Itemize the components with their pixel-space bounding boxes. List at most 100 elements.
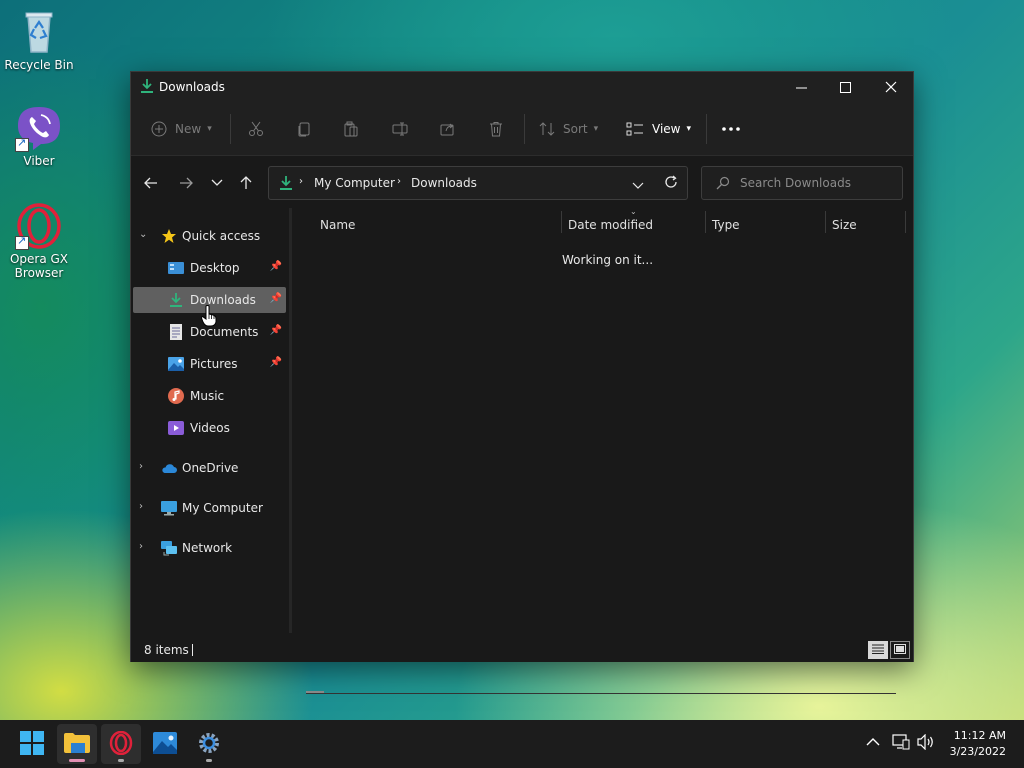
view-button[interactable]: View ▾ xyxy=(626,117,691,141)
sidebar-item-my-computer[interactable]: › My Computer xyxy=(133,495,286,521)
chevron-right-icon[interactable]: › xyxy=(139,501,143,512)
running-app-indicator xyxy=(206,759,212,762)
back-button[interactable] xyxy=(140,174,162,192)
rename-button[interactable] xyxy=(392,117,408,141)
pictures-icon xyxy=(168,356,184,372)
column-header-type[interactable]: Type xyxy=(712,218,740,232)
chevron-right-icon[interactable]: › xyxy=(299,176,303,187)
search-input[interactable] xyxy=(740,174,896,192)
column-divider[interactable] xyxy=(825,211,826,233)
view-label: View xyxy=(652,122,681,136)
monitor-icon xyxy=(161,500,177,516)
taskbar: 11:12 AM 3/23/2022 xyxy=(0,720,1024,768)
taskbar-settings[interactable] xyxy=(189,724,229,764)
opera-gx-icon xyxy=(15,202,63,250)
cut-button[interactable] xyxy=(248,117,264,141)
details-view-button[interactable] xyxy=(868,641,888,659)
up-button[interactable] xyxy=(235,174,257,192)
running-app-indicator xyxy=(118,759,124,762)
breadcrumb-my-computer[interactable]: My Computer xyxy=(314,176,395,190)
taskbar-photos[interactable] xyxy=(145,724,185,764)
sidebar-item-videos[interactable]: Videos xyxy=(133,415,286,441)
hand-cursor-icon xyxy=(200,305,217,327)
system-clock[interactable]: 11:12 AM 3/23/2022 xyxy=(950,728,1006,760)
large-icons-view-icon xyxy=(894,643,906,657)
clock-time: 11:12 AM xyxy=(953,729,1006,742)
copy-button[interactable] xyxy=(296,117,312,141)
search-box[interactable] xyxy=(701,166,903,200)
active-app-indicator xyxy=(69,759,85,762)
address-dropdown-button[interactable] xyxy=(632,179,644,193)
column-divider[interactable] xyxy=(905,211,906,233)
chevron-down-icon: ▾ xyxy=(593,124,599,134)
photos-icon xyxy=(153,731,177,757)
maximize-button[interactable] xyxy=(822,72,868,102)
address-bar[interactable]: › My Computer › Downloads xyxy=(268,166,688,200)
file-list[interactable]: Name ⌄ Date modified Type Size Working o… xyxy=(292,207,913,694)
download-icon xyxy=(140,78,154,94)
new-label: New xyxy=(175,122,202,136)
windows-logo-icon xyxy=(20,730,44,758)
chevron-right-icon[interactable]: › xyxy=(397,176,401,187)
taskbar-opera-gx[interactable] xyxy=(101,724,141,764)
column-divider[interactable] xyxy=(561,211,562,233)
share-icon xyxy=(440,121,456,137)
paste-button[interactable] xyxy=(343,117,359,141)
download-icon xyxy=(279,175,293,194)
shortcut-arrow-icon xyxy=(15,234,29,250)
show-hidden-icons-button[interactable] xyxy=(866,735,880,751)
clipboard-icon xyxy=(343,121,359,137)
sidebar-item-network[interactable]: › Network xyxy=(133,535,286,561)
minimize-button[interactable] xyxy=(778,72,824,102)
clock-date: 3/23/2022 xyxy=(949,745,1006,758)
breadcrumb-downloads[interactable]: Downloads xyxy=(411,176,477,190)
pin-icon: 📌 xyxy=(269,325,282,336)
share-button[interactable] xyxy=(440,117,456,141)
loading-message: Working on it... xyxy=(562,253,654,267)
close-button[interactable] xyxy=(868,72,914,102)
status-divider xyxy=(192,644,193,656)
sidebar-item-desktop[interactable]: Desktop 📌 xyxy=(133,255,286,281)
desktop-icon-recycle-bin[interactable]: Recycle Bin xyxy=(3,8,75,72)
sidebar-item-pictures[interactable]: Pictures 📌 xyxy=(133,351,286,377)
title-bar[interactable]: Downloads xyxy=(131,72,913,102)
column-header-date-modified[interactable]: Date modified xyxy=(568,218,653,232)
desktop-icon-opera-gx[interactable]: Opera GX Browser xyxy=(3,202,75,280)
column-header-size[interactable]: Size xyxy=(832,218,857,232)
recycle-bin-icon xyxy=(15,8,63,56)
taskbar-file-explorer[interactable] xyxy=(57,724,97,764)
separator xyxy=(230,114,231,144)
start-button[interactable] xyxy=(12,724,52,764)
music-icon xyxy=(168,388,184,404)
chevron-right-icon[interactable]: › xyxy=(139,461,143,472)
sidebar-item-label: OneDrive xyxy=(182,461,239,475)
sidebar-item-music[interactable]: Music xyxy=(133,383,286,409)
cloud-icon xyxy=(161,460,177,476)
column-header-name[interactable]: Name xyxy=(320,218,355,232)
desktop-icon-viber[interactable]: Viber xyxy=(3,104,75,168)
view-list-icon xyxy=(626,121,644,137)
chevron-down-icon: ▾ xyxy=(207,124,212,134)
forward-button[interactable] xyxy=(175,174,197,192)
desktop-icon-label: Viber xyxy=(23,154,55,168)
refresh-button[interactable] xyxy=(664,175,678,192)
sidebar-item-label: Network xyxy=(182,541,233,555)
chevron-down-icon[interactable]: ⌄ xyxy=(139,229,147,240)
recent-locations-button[interactable] xyxy=(206,174,228,192)
chevron-right-icon[interactable]: › xyxy=(139,541,143,552)
column-divider[interactable] xyxy=(705,211,706,233)
sort-button[interactable]: Sort ▾ xyxy=(539,117,598,141)
sidebar-item-label: Desktop xyxy=(190,261,240,275)
sidebar-item-onedrive[interactable]: › OneDrive xyxy=(133,455,286,481)
scrollbar-thumb[interactable] xyxy=(306,691,324,693)
volume-icon[interactable] xyxy=(917,733,935,754)
sidebar-item-quick-access[interactable]: ⌄ Quick access xyxy=(133,223,286,249)
new-button[interactable]: New ▾ xyxy=(151,117,212,141)
copy-icon xyxy=(296,121,312,137)
more-options-button[interactable] xyxy=(721,117,741,141)
horizontal-scrollbar[interactable] xyxy=(306,693,896,694)
network-status-icon[interactable] xyxy=(892,734,910,754)
delete-button[interactable] xyxy=(488,117,504,141)
separator xyxy=(706,114,707,144)
large-icons-view-button[interactable] xyxy=(890,641,910,659)
